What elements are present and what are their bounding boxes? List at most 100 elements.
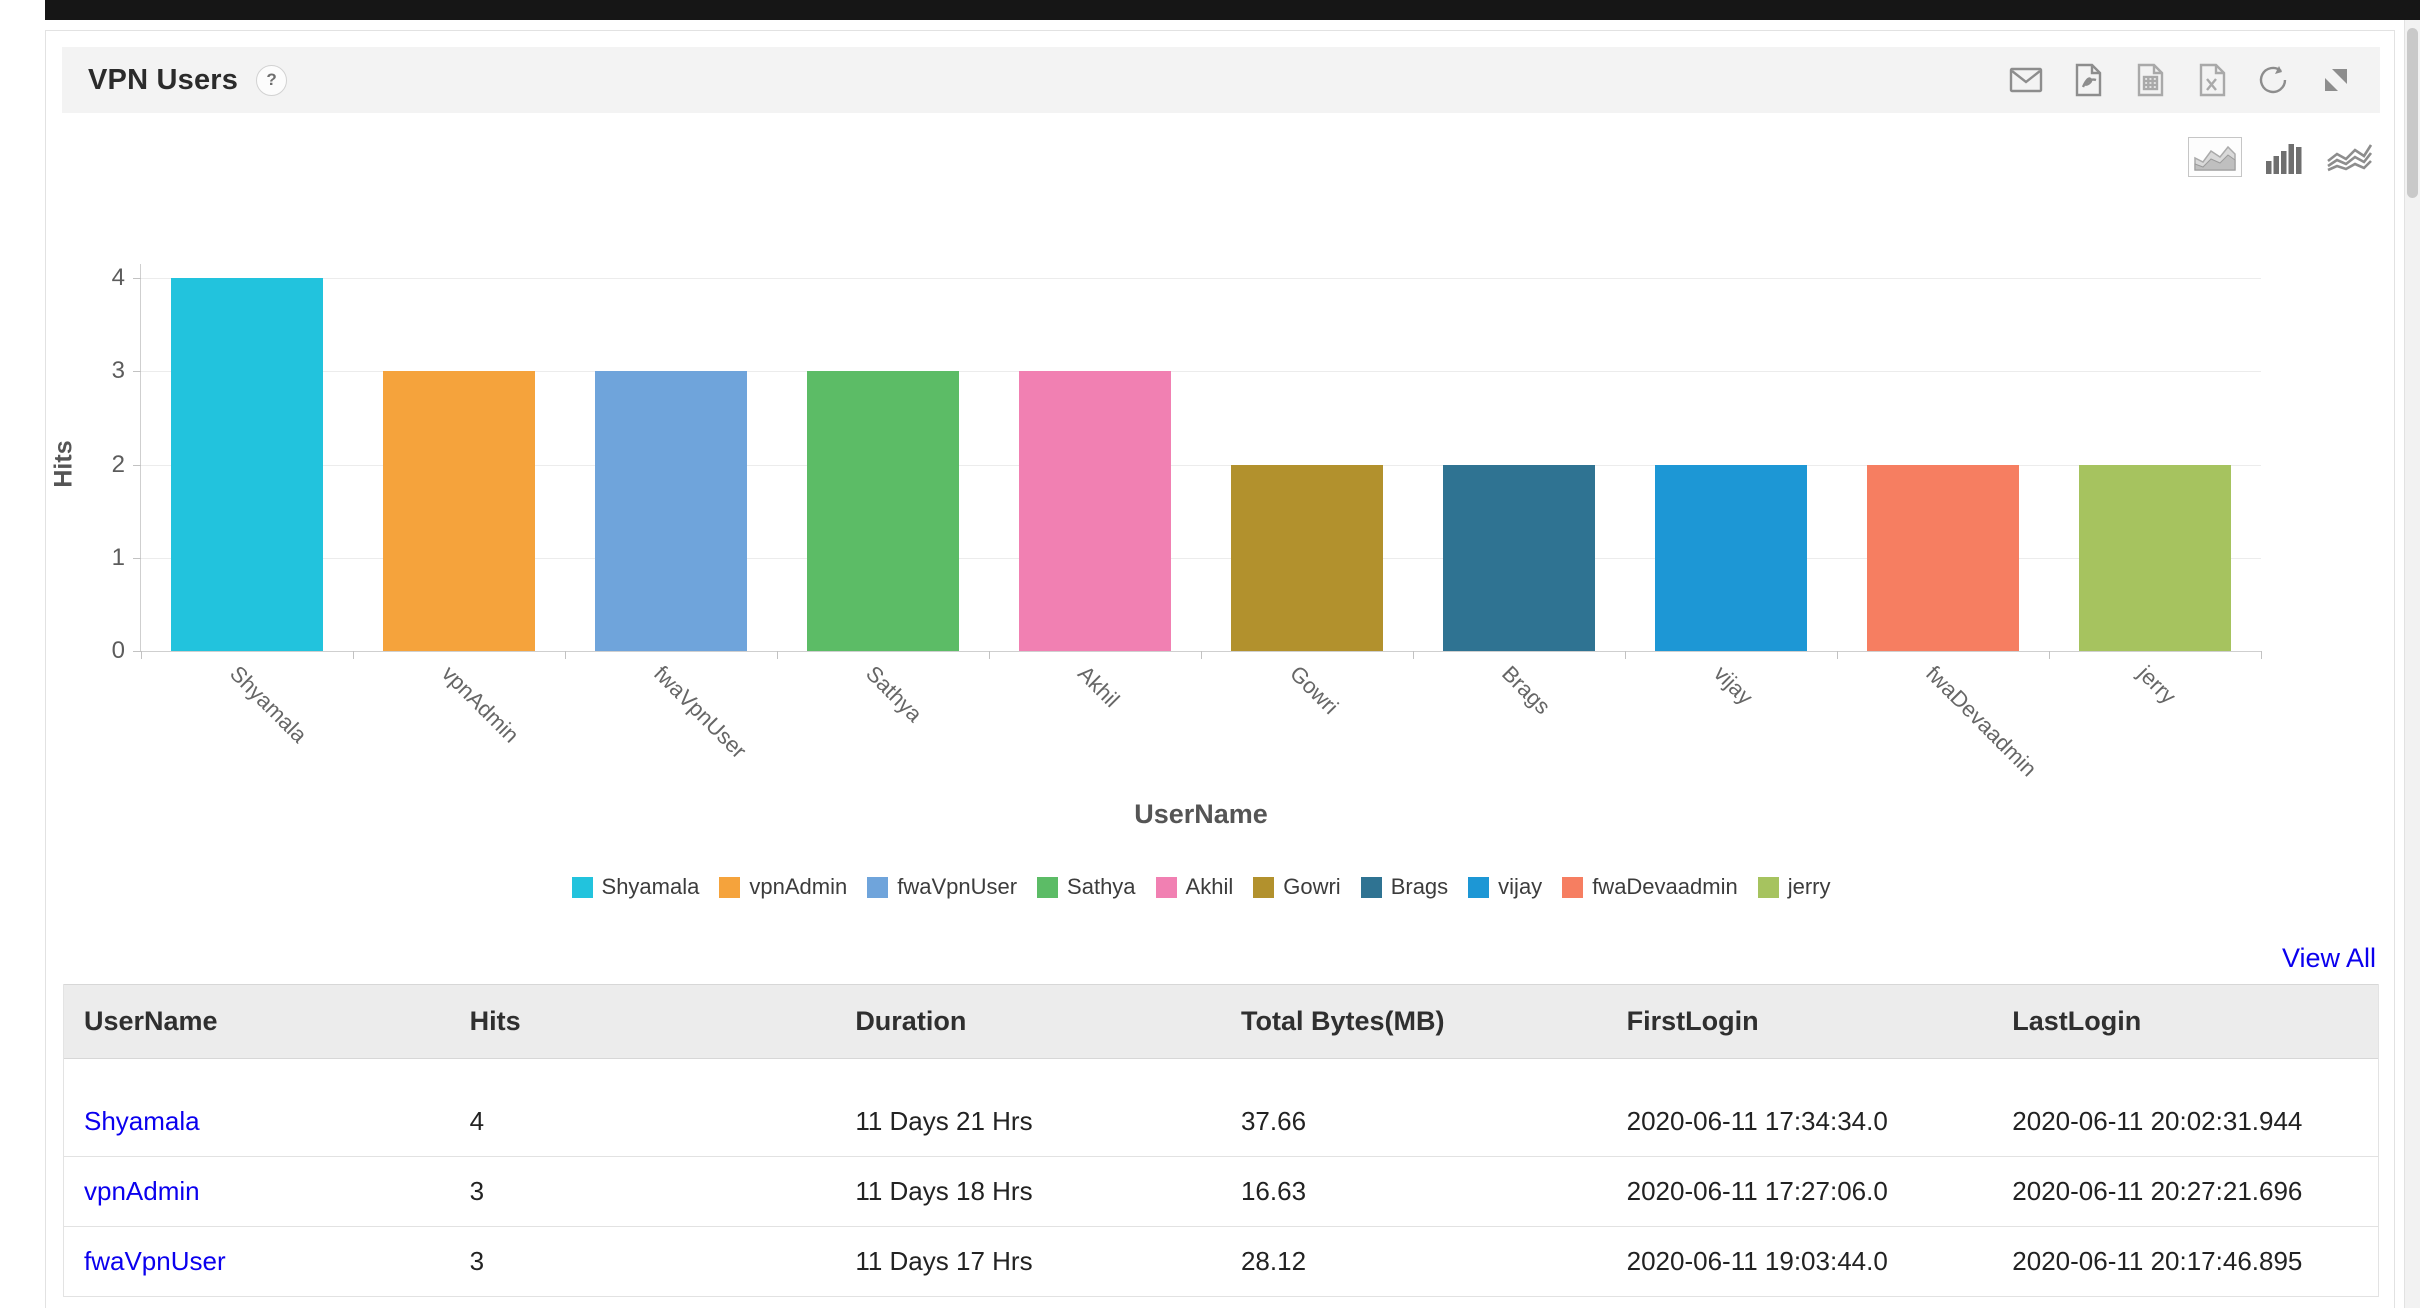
username-link[interactable]: vpnAdmin xyxy=(84,1176,200,1206)
username-link[interactable]: Shyamala xyxy=(84,1106,200,1136)
line-chart-icon[interactable] xyxy=(2326,141,2372,173)
y-tick-mark xyxy=(133,278,141,279)
table-cell: 3 xyxy=(450,1227,836,1297)
legend-label: Akhil xyxy=(1186,874,1234,900)
refresh-icon[interactable] xyxy=(2256,62,2292,98)
x-tick-mark xyxy=(1837,651,1838,659)
legend-label: Sathya xyxy=(1067,874,1136,900)
x-tick-mark xyxy=(2261,651,2262,659)
legend-swatch xyxy=(572,877,593,898)
bar-chart-icon[interactable] xyxy=(2264,140,2304,174)
table-row: vpnAdmin311 Days 18 Hrs16.632020-06-11 1… xyxy=(64,1157,2378,1227)
bar-fwaVpnUser[interactable] xyxy=(595,371,747,651)
table-cell: 2020-06-11 17:34:34.0 xyxy=(1607,1087,1993,1157)
top-chrome-bar xyxy=(45,0,2420,20)
x-category-label: fwaVpnUser xyxy=(671,665,791,691)
legend-item-vpnAdmin[interactable]: vpnAdmin xyxy=(719,874,847,900)
bar-Akhil[interactable] xyxy=(1019,371,1171,651)
xls-export-icon[interactable] xyxy=(2194,62,2230,98)
legend-item-Akhil[interactable]: Akhil xyxy=(1156,874,1234,900)
column-header-lastlogin: LastLogin xyxy=(1992,985,2378,1059)
chart-type-switcher xyxy=(2188,137,2372,177)
email-icon[interactable] xyxy=(2008,62,2044,98)
legend-item-fwaVpnUser[interactable]: fwaVpnUser xyxy=(867,874,1017,900)
bar-fwaDevaadmin[interactable] xyxy=(1867,465,2019,652)
area-chart-icon[interactable] xyxy=(2188,137,2242,177)
vpn-users-widget: VPN Users ? xyxy=(45,30,2395,1308)
plot-area: 01234ShyamalavpnAdminfwaVpnUserSathyaAkh… xyxy=(141,278,2261,651)
legend-item-vijay[interactable]: vijay xyxy=(1468,874,1542,900)
legend-swatch xyxy=(719,877,740,898)
y-tick-label: 4 xyxy=(112,264,125,292)
legend-swatch xyxy=(1758,877,1779,898)
x-category-label: Shyamala xyxy=(247,665,345,691)
table-cell: 11 Days 17 Hrs xyxy=(835,1227,1221,1297)
x-axis-title: UserName xyxy=(1134,799,1268,830)
view-all-link[interactable]: View All xyxy=(2282,943,2376,974)
bar-Sathya[interactable] xyxy=(807,371,959,651)
legend-swatch xyxy=(1468,877,1489,898)
y-tick-label: 2 xyxy=(112,451,125,479)
x-category-label: fwaDevaadmin xyxy=(1943,665,2089,691)
legend-item-Gowri[interactable]: Gowri xyxy=(1253,874,1340,900)
table-cell: 11 Days 21 Hrs xyxy=(835,1087,1221,1157)
bar-Gowri[interactable] xyxy=(1231,465,1383,652)
x-tick-mark xyxy=(353,651,354,659)
x-category-label: jerry xyxy=(2155,665,2198,691)
legend-item-Brags[interactable]: Brags xyxy=(1361,874,1448,900)
x-category-label: Akhil xyxy=(1095,665,1143,691)
legend-item-Shyamala[interactable]: Shyamala xyxy=(572,874,700,900)
csv-export-icon[interactable] xyxy=(2132,62,2168,98)
legend-label: vpnAdmin xyxy=(749,874,847,900)
resize-icon[interactable] xyxy=(2318,62,2354,98)
legend-item-jerry[interactable]: jerry xyxy=(1758,874,1831,900)
y-axis-line xyxy=(140,264,141,652)
y-axis-title: Hits xyxy=(50,440,79,487)
widget-header: VPN Users ? xyxy=(62,47,2380,113)
legend-item-Sathya[interactable]: Sathya xyxy=(1037,874,1136,900)
y-tick-mark xyxy=(133,465,141,466)
bar-Brags[interactable] xyxy=(1443,465,1595,652)
bar-jerry[interactable] xyxy=(2079,465,2231,652)
legend-label: fwaVpnUser xyxy=(897,874,1017,900)
bar-Shyamala[interactable] xyxy=(171,278,323,651)
legend-swatch xyxy=(867,877,888,898)
x-tick-mark xyxy=(1413,651,1414,659)
legend-swatch xyxy=(1361,877,1382,898)
legend-swatch xyxy=(1253,877,1274,898)
column-header-username: UserName xyxy=(64,985,450,1059)
help-button[interactable]: ? xyxy=(256,65,287,96)
column-header-firstlogin: FirstLogin xyxy=(1607,985,1993,1059)
x-category-label: vpnAdmin xyxy=(459,665,557,691)
x-category-label: Gowri xyxy=(1307,665,1364,691)
page-title: VPN Users xyxy=(88,64,238,97)
column-header-total-bytes-mb-: Total Bytes(MB) xyxy=(1221,985,1607,1059)
x-tick-mark xyxy=(565,651,566,659)
table-header-row: UserNameHitsDurationTotal Bytes(MB)First… xyxy=(64,985,2378,1059)
page-scrollbar[interactable] xyxy=(2404,20,2420,1308)
table-cell: 2020-06-11 20:17:46.895 xyxy=(1992,1227,2378,1297)
x-tick-mark xyxy=(1625,651,1626,659)
legend-label: Gowri xyxy=(1283,874,1340,900)
table-cell: 3 xyxy=(450,1157,836,1227)
username-link[interactable]: fwaVpnUser xyxy=(84,1246,226,1276)
legend-swatch xyxy=(1562,877,1583,898)
table-cell: 2020-06-11 20:02:31.944 xyxy=(1992,1087,2378,1157)
table-cell: 28.12 xyxy=(1221,1227,1607,1297)
table-cell: 2020-06-11 17:27:06.0 xyxy=(1607,1157,1993,1227)
legend-label: jerry xyxy=(1788,874,1831,900)
x-category-label: Sathya xyxy=(883,665,952,691)
legend-swatch xyxy=(1037,877,1058,898)
table-row: fwaVpnUser 311 Days 17 Hrs28.12 2020-06-11… xyxy=(64,1227,2378,1297)
table-body: Shyamala411 Days 21 Hrs37.662020-06-11 1… xyxy=(64,1059,2378,1297)
table-header: UserNameHitsDurationTotal Bytes(MB)First… xyxy=(64,985,2378,1059)
pdf-export-icon[interactable] xyxy=(2070,62,2106,98)
x-tick-mark xyxy=(777,651,778,659)
table-cell: 37.66 xyxy=(1221,1087,1607,1157)
bar-vpnAdmin[interactable] xyxy=(383,371,535,651)
scrollbar-thumb[interactable] xyxy=(2407,28,2418,198)
legend-item-fwaDevaadmin[interactable]: fwaDevaadmin xyxy=(1562,874,1738,900)
table-cell: 2020-06-11 20:27:21.696 xyxy=(1992,1157,2378,1227)
bar-vijay[interactable] xyxy=(1655,465,1807,652)
table-row: Shyamala411 Days 21 Hrs37.662020-06-11 1… xyxy=(64,1087,2378,1157)
